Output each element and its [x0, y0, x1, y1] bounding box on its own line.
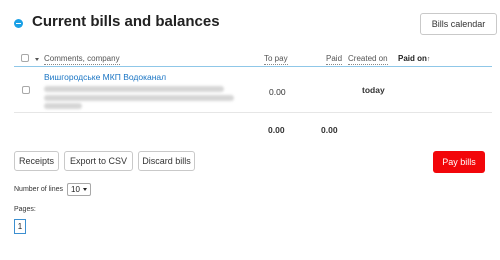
lines-select[interactable]: 10: [67, 183, 91, 196]
pages-label: Pages:: [14, 206, 36, 213]
discard-bills-button[interactable]: Discard bills: [138, 151, 195, 171]
export-csv-button[interactable]: Export to CSV: [64, 151, 133, 171]
sort-arrow-icon: ↑: [426, 56, 431, 63]
table-header: Comments, company To pay Paid Created on…: [14, 53, 492, 67]
row-paid-on: today: [362, 85, 385, 95]
blurred-comment-line: [44, 103, 82, 109]
row-checkbox[interactable]: [22, 86, 30, 94]
select-all-checkbox[interactable]: [21, 54, 29, 62]
column-comments[interactable]: Comments, company: [44, 54, 120, 65]
company-link[interactable]: Вишгородське МКП Водоканал: [44, 72, 166, 82]
page-button-1[interactable]: 1: [14, 219, 26, 234]
blurred-comment-line: [44, 86, 224, 92]
column-paid[interactable]: Paid: [326, 54, 343, 65]
collapse-icon[interactable]: [14, 19, 23, 28]
column-paid-on-label: Paid on: [398, 54, 427, 63]
bills-calendar-button[interactable]: Bills calendar: [420, 13, 497, 35]
row-divider: [14, 112, 492, 113]
chevron-down-icon[interactable]: [35, 58, 39, 61]
total-paid: 0.00: [321, 125, 338, 135]
lines-label: Number of lines: [14, 186, 64, 193]
column-paid-on[interactable]: Paid on↑: [398, 54, 430, 65]
pay-bills-button[interactable]: Pay bills: [433, 151, 485, 173]
column-created-on[interactable]: Created on: [348, 54, 388, 65]
chevron-down-icon: [83, 188, 87, 191]
total-to-pay: 0.00: [268, 125, 285, 135]
blurred-comment-line: [44, 95, 234, 101]
lines-select-value: 10: [71, 185, 80, 194]
receipts-button[interactable]: Receipts: [14, 151, 59, 171]
row-to-pay: 0.00: [269, 87, 286, 97]
page-title: Current bills and balances: [32, 13, 220, 30]
column-to-pay[interactable]: To pay: [264, 54, 288, 65]
